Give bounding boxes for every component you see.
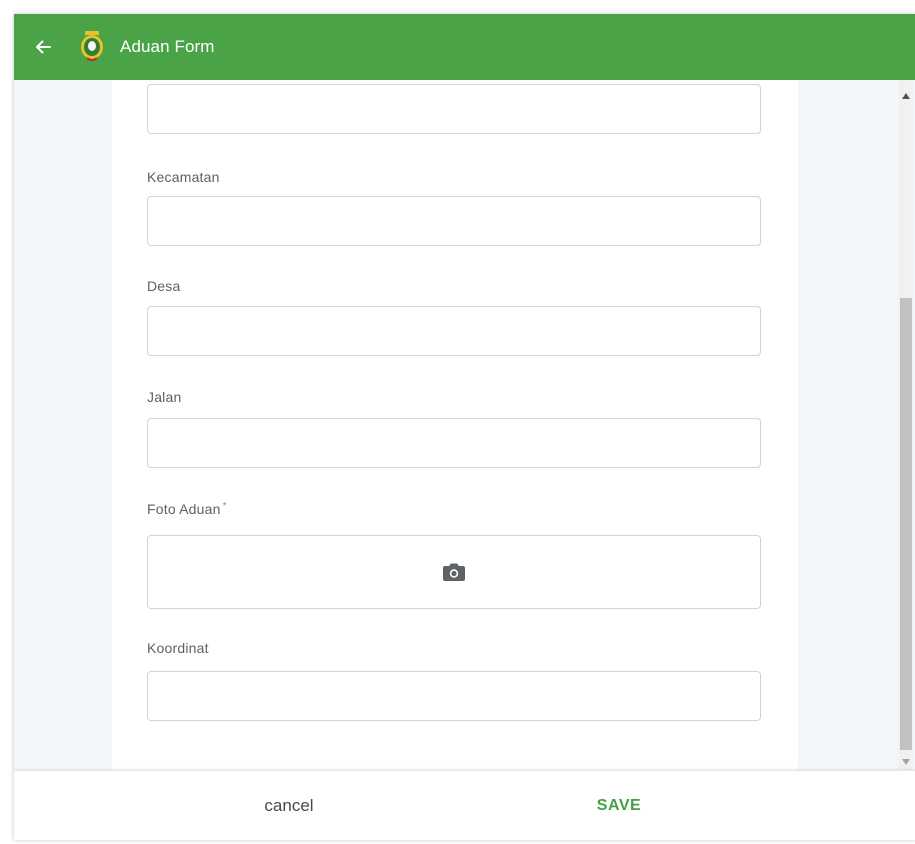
scroll-up-arrow[interactable]	[899, 88, 913, 104]
foto-aduan-upload[interactable]	[147, 535, 761, 609]
arrow-left-icon	[36, 40, 51, 54]
regional-emblem-icon	[78, 30, 106, 64]
app-bar: Aduan Form	[14, 14, 915, 80]
page-title: Aduan Form	[120, 37, 215, 56]
cancel-button[interactable]: cancel	[224, 771, 354, 840]
jalan-input[interactable]	[147, 418, 761, 468]
action-footer: cancel SAVE	[14, 770, 915, 840]
desa-input[interactable]	[147, 306, 761, 356]
desa-label: Desa	[147, 278, 181, 294]
triangle-down-icon	[902, 759, 910, 765]
koordinat-label: Koordinat	[147, 640, 209, 656]
back-button[interactable]	[28, 32, 58, 62]
kecamatan-label: Kecamatan	[147, 169, 220, 185]
app-window: Aduan Form Kecamatan Desa Jalan Foto Adu…	[14, 14, 915, 840]
scrollbar-thumb[interactable]	[900, 298, 912, 750]
form-panel: Kecamatan Desa Jalan Foto Aduan * Koordin…	[112, 80, 798, 770]
foto-aduan-label: Foto Aduan *	[147, 501, 227, 517]
scroll-down-arrow[interactable]	[899, 754, 913, 770]
required-mark: *	[222, 501, 227, 512]
text-field-top[interactable]	[147, 84, 761, 134]
triangle-up-icon	[902, 93, 910, 99]
foto-aduan-label-text: Foto Aduan	[147, 501, 221, 517]
jalan-label: Jalan	[147, 389, 182, 405]
camera-icon	[443, 563, 465, 581]
koordinat-input[interactable]	[147, 671, 761, 721]
scrollbar[interactable]	[899, 80, 913, 770]
kecamatan-input[interactable]	[147, 196, 761, 246]
save-button[interactable]: SAVE	[554, 771, 684, 840]
